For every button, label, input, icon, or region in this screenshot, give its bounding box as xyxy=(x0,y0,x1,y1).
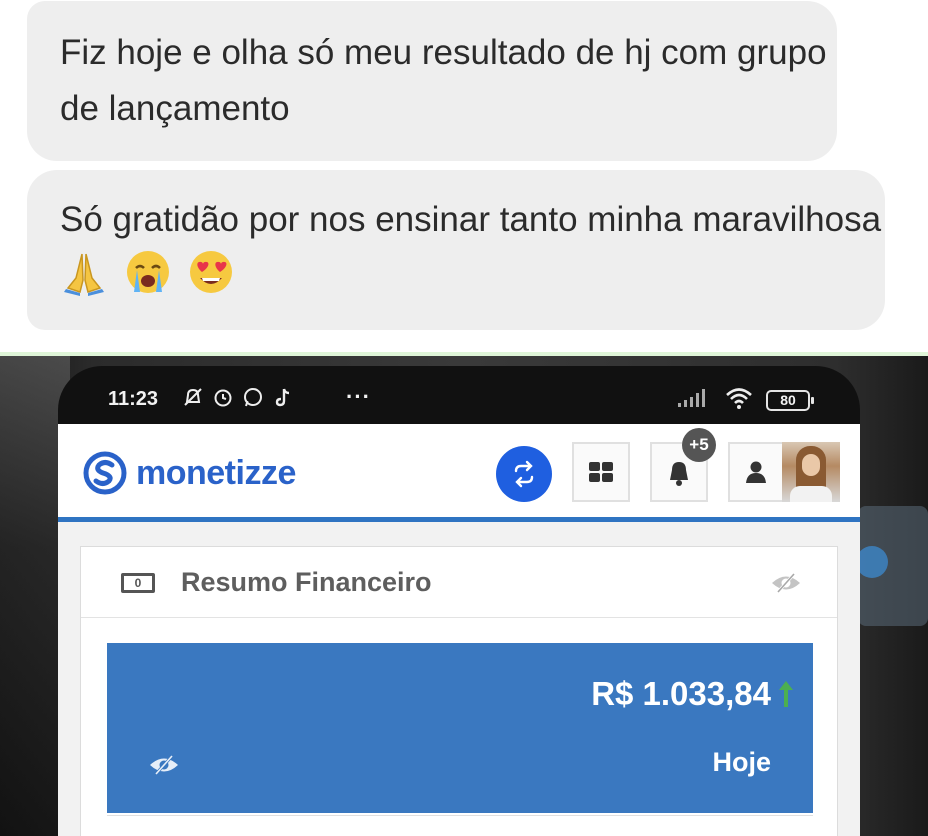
bell-off-icon xyxy=(184,388,202,406)
eye-slash-icon[interactable] xyxy=(769,571,803,595)
money-icon: 0 xyxy=(121,573,155,593)
eye-slash-icon[interactable] xyxy=(147,753,181,777)
background-blur xyxy=(856,546,888,578)
chat-area: Fiz hoje e olha só meu resultado de hj c… xyxy=(0,0,928,354)
monetizze-logo-icon xyxy=(83,451,127,495)
battery-indicator: 80 xyxy=(766,390,814,411)
more-notifications-indicator: ··· xyxy=(346,384,371,409)
brand-name: monetizze xyxy=(136,453,296,492)
user-icon xyxy=(746,461,766,483)
monetizze-app: monetizze +5 0 Resumo Financeiro R$ 1.03… xyxy=(58,424,860,836)
grid-icon xyxy=(589,462,613,482)
bell-icon xyxy=(670,462,688,486)
tiktok-icon xyxy=(275,388,290,407)
message-text: Só gratidão por nos ensinar tanto minha … xyxy=(60,200,882,239)
card-next-section xyxy=(107,815,813,836)
top-navbar: monetizze +5 xyxy=(58,424,860,522)
wifi-icon xyxy=(726,388,752,409)
status-icons xyxy=(182,386,294,408)
card-header: 0 Resumo Financeiro xyxy=(81,547,837,618)
avatar[interactable] xyxy=(782,442,840,502)
crying-face-icon xyxy=(126,251,169,293)
brand-logo[interactable]: monetizze xyxy=(82,450,296,496)
heart-eyes-icon xyxy=(190,251,233,293)
alarm-icon xyxy=(214,389,232,407)
arrow-up-icon xyxy=(779,681,793,707)
financial-summary-card: 0 Resumo Financeiro R$ 1.033,84 Hoje xyxy=(80,546,838,836)
message-bubble[interactable]: Fiz hoje e olha só meu resultado de hj c… xyxy=(27,1,837,161)
phone-photo: 11:23 ··· 80 monetizze +5 0 Resumo Finan… xyxy=(0,356,928,836)
apps-menu-button[interactable] xyxy=(572,442,630,502)
card-title: Resumo Financeiro xyxy=(181,567,432,597)
message-bubble[interactable]: Só gratidão por nos ensinar tanto minha … xyxy=(27,170,885,330)
status-time: 11:23 xyxy=(108,388,159,410)
message-text: Fiz hoje e olha só meu resultado de hj c… xyxy=(60,33,827,128)
phone-screen: 11:23 ··· 80 monetizze +5 0 Resumo Finan… xyxy=(58,366,860,836)
switch-account-button[interactable] xyxy=(496,446,552,502)
signal-icon xyxy=(678,389,705,407)
balance-amount: R$ 1.033,84 xyxy=(591,675,771,712)
folded-hands-icon xyxy=(64,253,104,296)
user-menu-button[interactable] xyxy=(728,442,782,502)
whatsapp-icon xyxy=(244,388,262,407)
status-bar: 11:23 ··· 80 xyxy=(58,366,860,424)
swap-icon xyxy=(514,460,534,488)
period-label: Hoje xyxy=(712,747,771,777)
notification-badge: +5 xyxy=(682,428,716,462)
balance-panel: R$ 1.033,84 Hoje xyxy=(107,643,813,813)
